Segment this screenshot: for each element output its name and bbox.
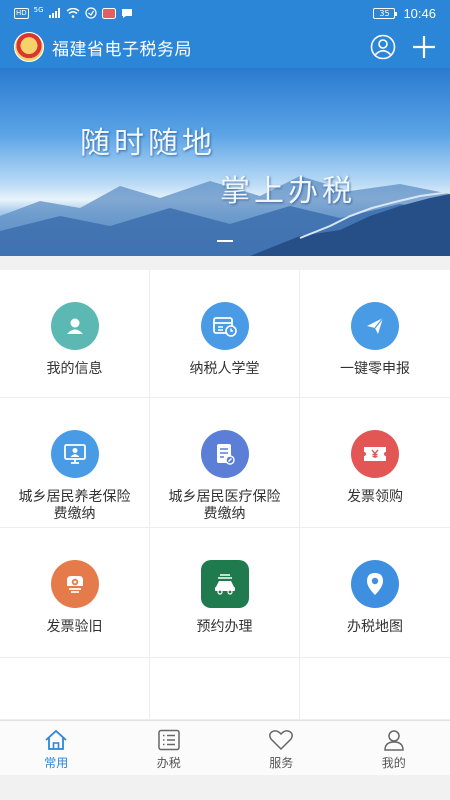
banner-slogan-line1: 随时随地 — [80, 126, 216, 161]
notification-app-icon — [84, 7, 97, 19]
tab-tax[interactable]: 办税 — [113, 721, 226, 775]
service-appointment[interactable]: 预约办理 — [150, 528, 300, 658]
clock: 10:46 — [403, 5, 436, 21]
map-pin-icon — [351, 560, 399, 608]
service-invoice-verification[interactable]: 发票验旧 — [0, 528, 150, 658]
tab-mine[interactable]: 我的 — [338, 721, 450, 775]
hd-indicator: HD — [14, 7, 29, 19]
paper-plane-icon — [351, 302, 399, 350]
service-pension-insurance[interactable]: 城乡居民养老保险费缴纳 — [0, 398, 150, 528]
service-medical-insurance[interactable]: 城乡居民医疗保险费缴纳 — [150, 398, 300, 528]
status-bar: HD 5G 35 10:46 — [0, 0, 450, 26]
service-label: 办税地图 — [347, 619, 403, 635]
service-label: 发票验旧 — [46, 619, 103, 635]
tab-label: 常用 — [44, 756, 69, 770]
service-label: 发票领购 — [347, 489, 403, 505]
user-circle-icon — [370, 34, 396, 60]
car-appointment-icon — [200, 560, 249, 608]
empty-cell — [300, 658, 450, 720]
carousel-indicator — [217, 240, 233, 242]
empty-cell — [0, 658, 150, 720]
app-header: 福建省电子税务局 — [0, 26, 450, 68]
network-type: 5G — [33, 6, 44, 14]
service-label: 一键零申报 — [340, 361, 410, 377]
message-icon — [121, 8, 133, 19]
tab-common[interactable]: 常用 — [0, 721, 113, 775]
service-label: 城乡居民医疗保险费缴纳 — [168, 489, 281, 522]
list-icon — [158, 729, 180, 751]
service-label: 纳税人学堂 — [189, 361, 260, 377]
document-edit-icon — [200, 430, 249, 478]
user-card-icon — [50, 302, 99, 350]
tab-label: 服务 — [269, 756, 294, 770]
service-label: 预约办理 — [196, 619, 253, 635]
tab-service[interactable]: 服务 — [225, 721, 338, 775]
service-label: 我的信息 — [46, 361, 103, 377]
profile-button[interactable] — [370, 34, 396, 60]
service-tax-map[interactable]: 办税地图 — [300, 528, 450, 658]
calendar-clock-icon — [200, 302, 249, 350]
service-taxpayer-school[interactable]: 纳税人学堂 — [150, 270, 300, 398]
bottom-tab-bar: 常用 办税 服务 我的 — [0, 720, 450, 775]
wifi-icon — [66, 8, 80, 18]
service-invoice-purchase[interactable]: 发票领购 — [300, 398, 450, 528]
empty-cell — [150, 658, 300, 720]
notification-badge-icon — [101, 7, 116, 19]
plus-icon — [413, 36, 435, 58]
tax-bureau-logo — [14, 32, 44, 62]
system-nav-bar — [0, 775, 450, 800]
monitor-person-icon — [50, 430, 99, 478]
invoice-check-icon — [50, 560, 99, 608]
service-grid: 我的信息 纳税人学堂 一键零申报 城乡居民养老保险费缴纳 城乡居民医疗保险费缴纳… — [0, 270, 450, 720]
tab-label: 我的 — [381, 756, 406, 770]
ticket-yen-icon — [351, 430, 399, 478]
service-my-info[interactable]: 我的信息 — [0, 270, 150, 398]
tab-label: 办税 — [156, 756, 181, 770]
promo-banner[interactable]: 随时随地 掌上办税 — [0, 68, 450, 256]
home-icon — [45, 729, 67, 750]
service-label: 城乡居民养老保险费缴纳 — [18, 489, 131, 522]
app-title: 福建省电子税务局 — [52, 39, 192, 60]
service-zero-declaration[interactable]: 一键零申报 — [300, 270, 450, 398]
banner-slogan-line2: 掌上办税 — [220, 174, 356, 209]
battery-indicator: 35 — [373, 7, 398, 19]
section-divider — [0, 256, 450, 270]
person-icon — [383, 730, 404, 751]
add-button[interactable] — [412, 35, 436, 59]
heart-icon — [269, 730, 294, 751]
signal-icon — [48, 8, 61, 18]
